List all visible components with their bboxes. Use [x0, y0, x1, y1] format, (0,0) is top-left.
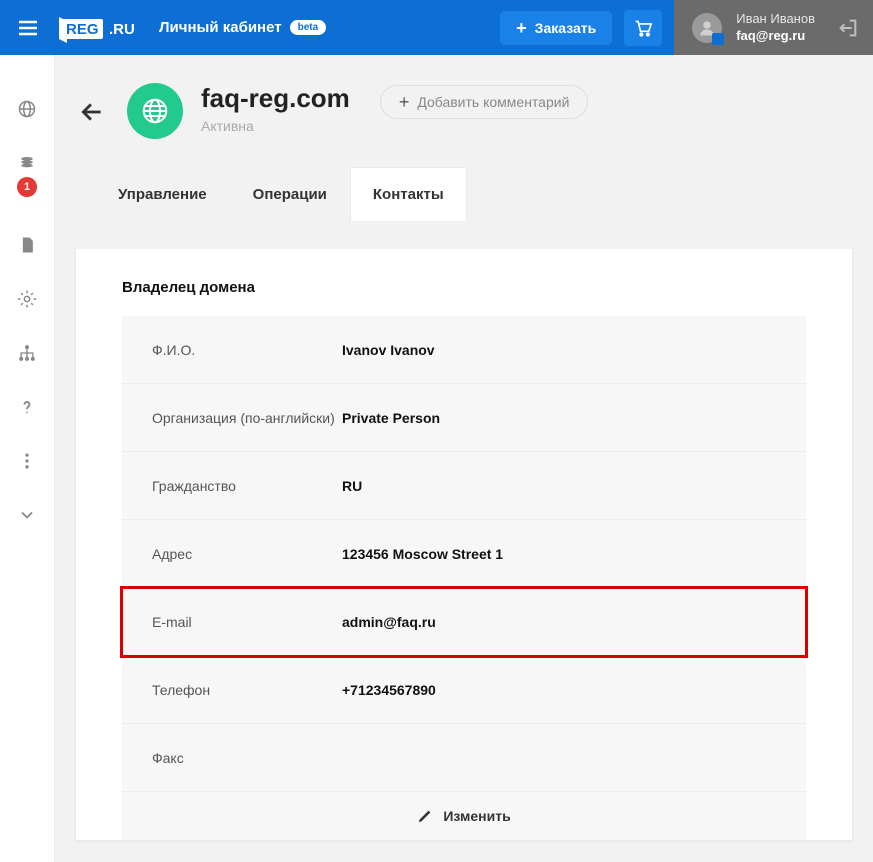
- user-panel[interactable]: Иван Иванов faq@reg.ru: [674, 0, 873, 55]
- left-rail: 1: [0, 55, 55, 862]
- edit-button-label: Изменить: [443, 808, 510, 824]
- coins-icon: [17, 153, 37, 173]
- rail-badge: 1: [17, 177, 37, 197]
- logout-icon: [837, 17, 859, 39]
- cart-button[interactable]: [624, 10, 662, 46]
- rail-item-files[interactable]: [0, 235, 55, 255]
- order-button-label: Заказать: [535, 20, 597, 36]
- add-comment-label: Добавить комментарий: [417, 94, 569, 110]
- owner-label-fax: Факс: [122, 750, 342, 766]
- owner-label-fio: Ф.И.О.: [122, 342, 342, 358]
- logo-text-tld: .RU: [109, 21, 135, 38]
- tab-contacts[interactable]: Контакты: [350, 167, 467, 221]
- cabinet-label: Личный кабинет: [159, 19, 282, 36]
- menu-toggle[interactable]: [0, 16, 55, 40]
- workarea: faq-reg.com Активна + Добавить комментар…: [55, 55, 873, 862]
- pencil-icon: [417, 808, 433, 824]
- rail-item-billing[interactable]: 1: [0, 153, 55, 173]
- owner-label-org: Организация (по-английски): [122, 410, 342, 426]
- avatar: [692, 13, 722, 43]
- user-email: faq@reg.ru: [736, 28, 815, 44]
- edit-button[interactable]: Изменить: [122, 792, 806, 840]
- owner-row-phone: Телефон +71234567890: [122, 656, 806, 724]
- owner-row-fax: Факс: [122, 724, 806, 792]
- tab-contacts-label: Контакты: [373, 186, 444, 203]
- rail-item-globe[interactable]: [0, 99, 55, 119]
- cart-icon: [633, 19, 653, 37]
- domain-status: Активна: [201, 118, 350, 134]
- rail-item-help[interactable]: [0, 397, 55, 417]
- domain-name: faq-reg.com: [201, 83, 350, 114]
- plus-icon: +: [399, 93, 410, 111]
- domain-avatar: [127, 83, 183, 139]
- owner-value-address: 123456 Moscow Street 1: [342, 546, 503, 562]
- rail-item-collapse[interactable]: [0, 505, 55, 525]
- owner-row-fio: Ф.И.О. Ivanov Ivanov: [122, 316, 806, 384]
- owner-row-org: Организация (по-английски) Private Perso…: [122, 384, 806, 452]
- arrow-left-icon: [79, 99, 105, 125]
- gear-icon: [17, 289, 37, 309]
- tabs: Управление Операции Контакты: [75, 167, 853, 221]
- user-text: Иван Иванов faq@reg.ru: [736, 11, 815, 44]
- add-comment-button[interactable]: + Добавить комментарий: [380, 85, 589, 119]
- owner-value-citizen: RU: [342, 478, 362, 494]
- logout-button[interactable]: [837, 17, 859, 39]
- logo-text-main: REG: [66, 21, 99, 38]
- topbar: REG .RU Личный кабинет beta + Заказать И…: [0, 0, 873, 55]
- chevron-down-icon: [17, 505, 37, 525]
- globe-icon: [140, 96, 170, 126]
- owner-label-phone: Телефон: [122, 682, 342, 698]
- domain-header: faq-reg.com Активна + Добавить комментар…: [75, 83, 853, 139]
- more-vertical-icon: [17, 451, 37, 471]
- plus-icon: +: [516, 19, 527, 37]
- domain-title-block: faq-reg.com Активна: [201, 83, 350, 134]
- owner-row-address: Адрес 123456 Moscow Street 1: [122, 520, 806, 588]
- owner-value-email: admin@faq.ru: [342, 614, 436, 630]
- owner-label-citizen: Гражданство: [122, 478, 342, 494]
- logo-icon: REG .RU: [55, 13, 141, 43]
- tab-manage[interactable]: Управление: [95, 167, 230, 221]
- tab-manage-label: Управление: [118, 186, 207, 203]
- sitemap-icon: [17, 343, 37, 363]
- owner-value-phone: +71234567890: [342, 682, 436, 698]
- owner-section-title: Владелец домена: [122, 279, 806, 296]
- rail-item-network[interactable]: [0, 343, 55, 363]
- owner-row-email: E-mail admin@faq.ru: [122, 588, 806, 656]
- beta-badge: beta: [290, 20, 327, 35]
- help-icon: [17, 397, 37, 417]
- owner-table: Ф.И.О. Ivanov Ivanov Организация (по-анг…: [122, 316, 806, 840]
- owner-row-citizen: Гражданство RU: [122, 452, 806, 520]
- globe-icon: [17, 99, 37, 119]
- tab-operations[interactable]: Операции: [230, 167, 350, 221]
- hamburger-icon: [16, 16, 40, 40]
- order-button[interactable]: + Заказать: [500, 11, 612, 45]
- file-icon: [17, 235, 37, 255]
- brand-logo[interactable]: REG .RU: [55, 13, 141, 43]
- owner-value-fio: Ivanov Ivanov: [342, 342, 435, 358]
- user-name: Иван Иванов: [736, 11, 815, 27]
- back-button[interactable]: [75, 95, 109, 129]
- rail-item-settings[interactable]: [0, 289, 55, 309]
- owner-label-email: E-mail: [122, 614, 342, 630]
- avatar-icon: [698, 19, 716, 37]
- owner-label-address: Адрес: [122, 546, 342, 562]
- tab-operations-label: Операции: [253, 186, 327, 203]
- contacts-card: Владелец домена Ф.И.О. Ivanov Ivanov Орг…: [75, 249, 853, 841]
- owner-value-org: Private Person: [342, 410, 440, 426]
- rail-item-more[interactable]: [0, 451, 55, 471]
